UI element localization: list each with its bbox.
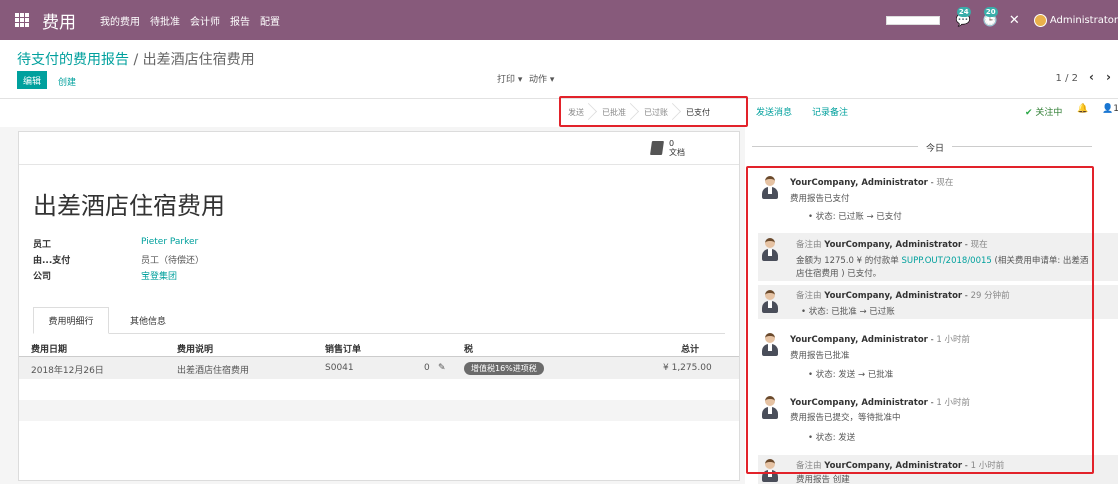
following-label: 关注中: [1035, 108, 1063, 118]
loading-progress-bar: [885, 15, 940, 25]
record-title: 出差酒店住宿费用: [33, 192, 225, 220]
bell-icon[interactable]: 🔔: [1077, 104, 1088, 114]
today-divider-right: [952, 146, 1092, 147]
tab-expense-lines[interactable]: 费用明细行: [33, 307, 109, 334]
chat-count-badge: 24: [956, 7, 971, 17]
print-dropdown[interactable]: 打印 ▾: [497, 72, 522, 85]
debug-tool-icon[interactable]: ✕: [1009, 13, 1020, 28]
tax-tag: 增值税16%进项税: [464, 362, 544, 375]
button-box: 0 文档: [19, 132, 739, 165]
cell-date: 2018年12月26日: [31, 366, 104, 376]
documents-count: 0: [669, 139, 675, 148]
check-icon: ✔: [1025, 108, 1033, 118]
col-description[interactable]: 费用说明: [177, 342, 213, 355]
activity-icon[interactable]: 🕒 20: [982, 7, 998, 27]
menu-configuration[interactable]: 配置: [260, 13, 280, 28]
form-sheet: 0 文档 出差酒店住宿费用 员工 Pieter Parker 由...支付 员工（…: [18, 131, 740, 481]
top-navbar: 费用 我的费用 待批准 会计师 报告 配置 💬 24 🕒 20 ✕ Administ…: [0, 0, 1118, 40]
col-taxes[interactable]: 税: [464, 342, 473, 355]
book-icon: [650, 141, 664, 155]
table-row[interactable]: [19, 357, 739, 379]
message-body: 费用报告 创建: [796, 475, 850, 484]
user-avatar[interactable]: [1033, 13, 1047, 27]
col-sales-order[interactable]: 销售订单: [325, 342, 361, 355]
company-label: 公司: [33, 272, 52, 282]
menu-accountant[interactable]: 会计师: [190, 13, 220, 28]
send-message-button[interactable]: 发送消息: [756, 105, 792, 118]
tab-other-info[interactable]: 其他信息: [113, 307, 183, 334]
cell-description: 出差酒店住宿费用: [177, 366, 250, 376]
paid-by-label: 由...支付: [33, 256, 71, 266]
chat-icon[interactable]: 💬 24: [955, 7, 971, 27]
status-highlight-box: [559, 96, 748, 127]
pager-value: 1 / 2: [1055, 73, 1078, 84]
today-label: 今日: [926, 144, 945, 154]
cell-sales-order: S0041: [325, 363, 354, 373]
pager-prev-icon[interactable]: ‹: [1089, 70, 1094, 84]
documents-button[interactable]: 0 文档: [650, 139, 685, 157]
company-value[interactable]: 宝登集团: [141, 269, 177, 282]
breadcrumb-separator: /: [129, 52, 143, 68]
paperclip-icon[interactable]: ✎: [438, 363, 446, 373]
app-brand: 费用: [42, 12, 76, 33]
create-button[interactable]: 创建: [58, 75, 76, 88]
cell-attachment-count: 0: [424, 363, 430, 373]
col-total[interactable]: 总计: [681, 342, 699, 355]
log-note-button[interactable]: 记录备注: [812, 105, 848, 118]
employee-value[interactable]: Pieter Parker: [141, 237, 198, 247]
paid-by-value: 员工（待偿还）: [141, 256, 205, 266]
following-button[interactable]: ✔ 关注中: [1025, 105, 1062, 118]
today-divider-left: [752, 146, 918, 147]
apps-menu-icon[interactable]: [15, 13, 29, 27]
activity-count-badge: 20: [983, 7, 998, 17]
pager-next-icon[interactable]: ›: [1106, 70, 1111, 84]
edit-button[interactable]: 编辑: [17, 71, 47, 89]
col-expense-date[interactable]: 费用日期: [31, 342, 67, 355]
notebook-tabs: 费用明细行 其他信息: [33, 307, 725, 334]
employee-label: 员工: [33, 240, 52, 250]
chatter-highlight-box: [746, 166, 1094, 474]
documents-label: 文档: [669, 148, 685, 157]
cell-total: ¥ 1,275.00: [663, 363, 712, 373]
breadcrumb-current: 出差酒店住宿费用: [142, 52, 255, 68]
menu-to-approve[interactable]: 待批准: [150, 13, 180, 28]
menu-reports[interactable]: 报告: [230, 13, 250, 28]
menu-my-expenses[interactable]: 我的费用: [100, 13, 140, 28]
followers-button[interactable]: 👤1: [1102, 104, 1118, 114]
breadcrumb-parent[interactable]: 待支付的费用报告: [17, 52, 129, 68]
user-menu[interactable]: Administrator: [1050, 15, 1118, 26]
table-footer-row: [19, 400, 739, 421]
followers-count: 1: [1113, 104, 1118, 114]
action-dropdown[interactable]: 动作 ▾: [529, 72, 554, 85]
breadcrumb: 待支付的费用报告 / 出差酒店住宿费用: [17, 49, 255, 69]
